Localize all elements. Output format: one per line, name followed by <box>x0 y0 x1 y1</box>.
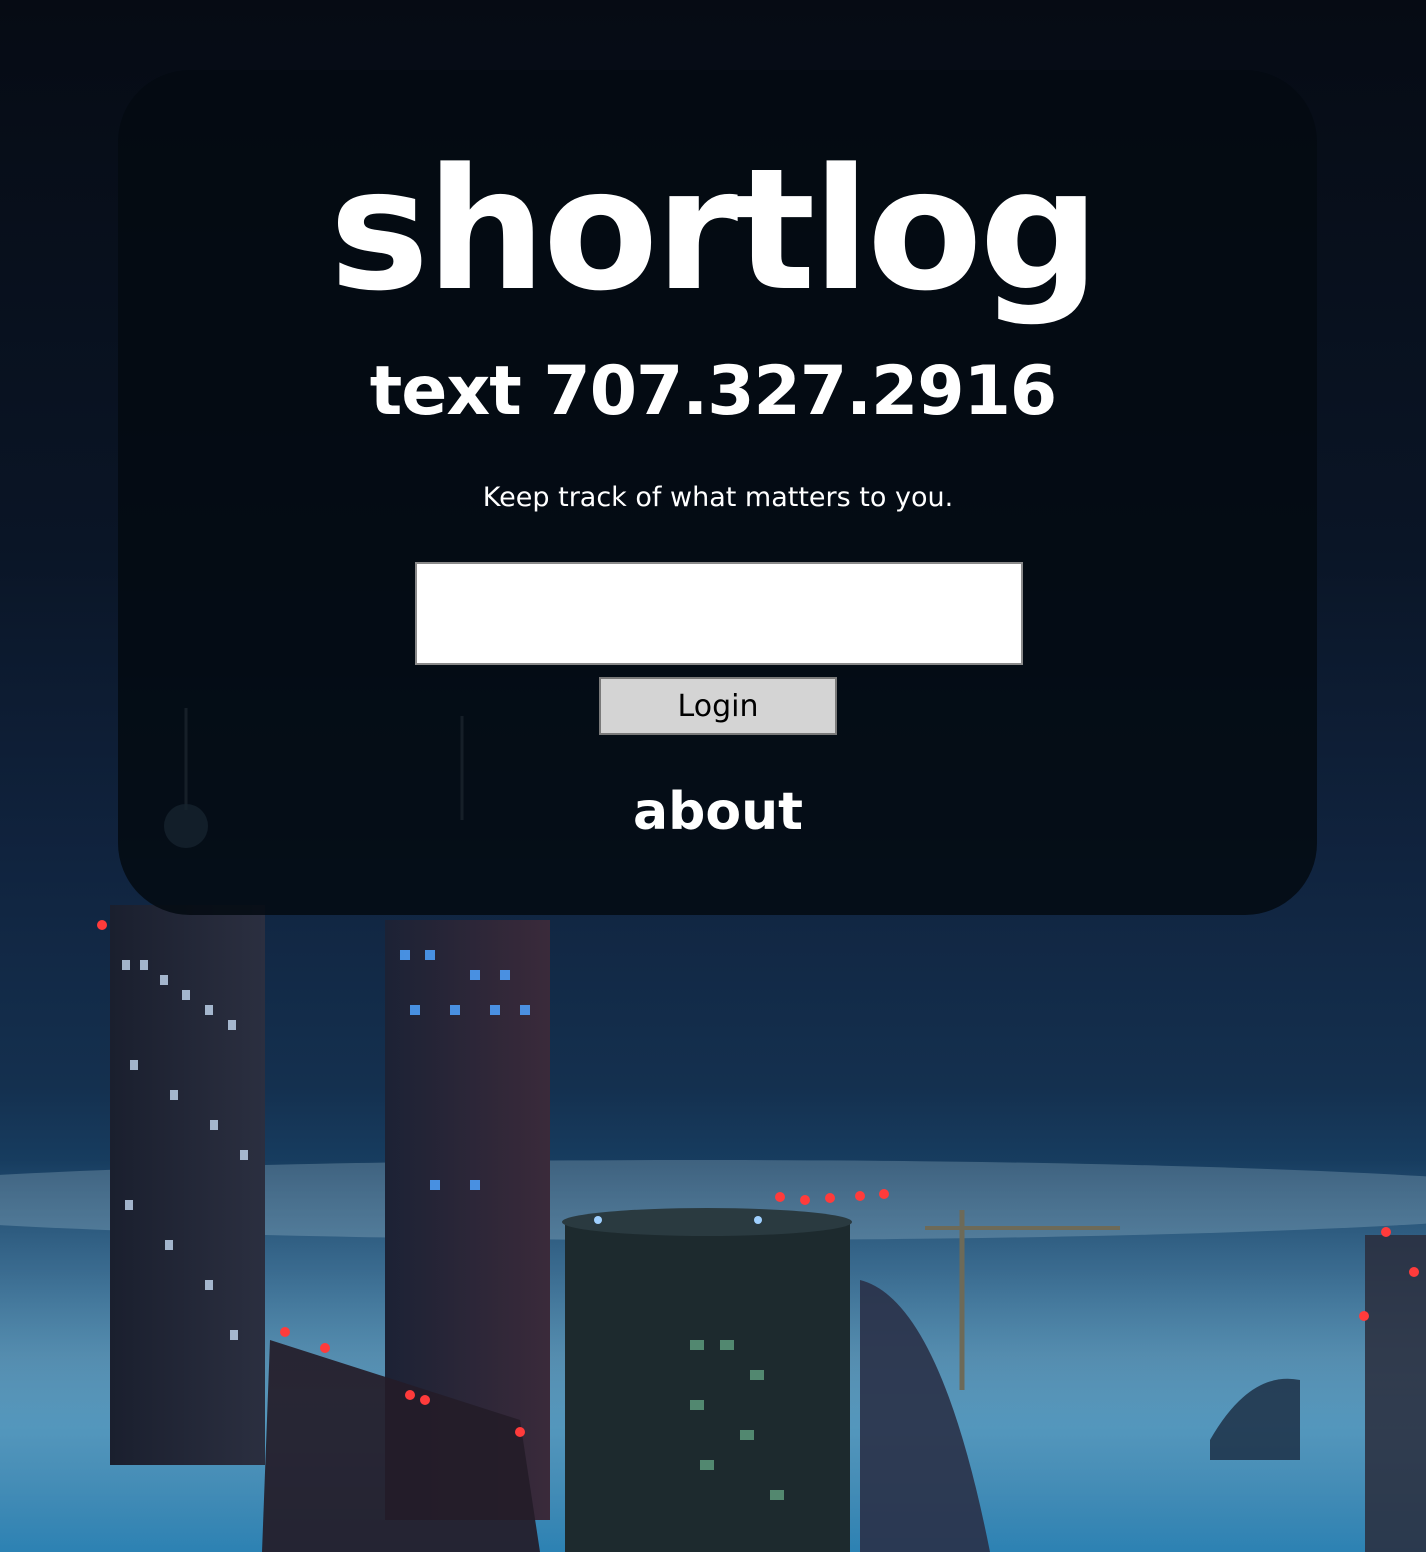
about-link[interactable]: about <box>0 780 1426 844</box>
login-input[interactable] <box>415 562 1023 665</box>
page: shortlog text 707.327.2916 Keep track of… <box>0 0 1426 1552</box>
brand-title: shortlog <box>329 132 1099 328</box>
login-button[interactable]: Login <box>599 677 837 735</box>
phone-number-heading: text 707.327.2916 <box>369 352 1057 431</box>
tagline: Keep track of what matters to you. <box>482 482 954 513</box>
